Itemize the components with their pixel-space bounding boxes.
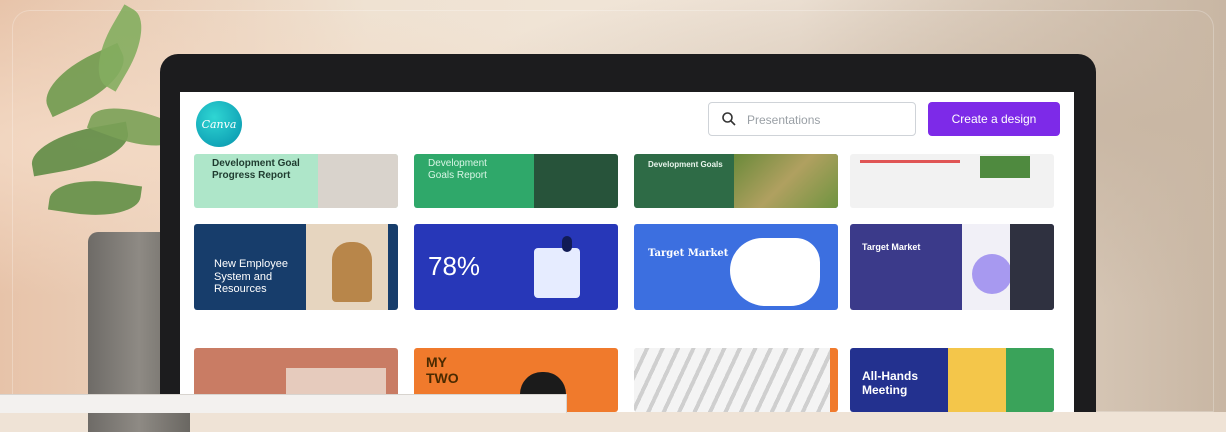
template-title: Development Goal Progress Report (212, 158, 300, 181)
template-card[interactable]: Target Market (850, 224, 1054, 310)
template-card[interactable]: Target Market (634, 224, 838, 310)
laptop-screen: Canva Create a design Development Goal P… (180, 92, 1074, 412)
template-card[interactable] (634, 348, 838, 412)
search-icon (722, 112, 736, 126)
template-title: 78% (428, 251, 481, 281)
template-card[interactable]: Development Goals Report (414, 154, 618, 208)
template-title: New Employee System and Resources (214, 258, 288, 296)
template-grid: Development Goal Progress Report Develop… (194, 154, 1064, 412)
template-title: MY TWO (426, 354, 459, 387)
template-title: Development Goals (648, 160, 723, 169)
template-title: Development Goals Report (428, 158, 487, 181)
template-card[interactable]: All-Hands Meeting (850, 348, 1054, 412)
template-card[interactable]: 78% (414, 224, 618, 310)
template-card[interactable] (850, 154, 1054, 208)
template-title: All-Hands Meeting (862, 369, 919, 397)
template-title: Target Market (648, 248, 729, 259)
template-card[interactable]: Development Goal Progress Report (194, 154, 398, 208)
search-box[interactable] (708, 102, 916, 136)
laptop: Canva Create a design Development Goal P… (160, 54, 1096, 412)
app-header: Canva Create a design (180, 92, 1074, 154)
template-card[interactable]: New Employee System and Resources (194, 224, 398, 310)
canva-logo[interactable]: Canva (196, 101, 242, 147)
create-design-button[interactable]: Create a design (928, 102, 1060, 136)
logo-text: Canva (201, 117, 237, 131)
template-card[interactable]: Development Goals (634, 154, 838, 208)
template-title: Target Market (862, 242, 921, 252)
search-input[interactable] (745, 107, 909, 133)
bottom-bar (0, 394, 567, 413)
